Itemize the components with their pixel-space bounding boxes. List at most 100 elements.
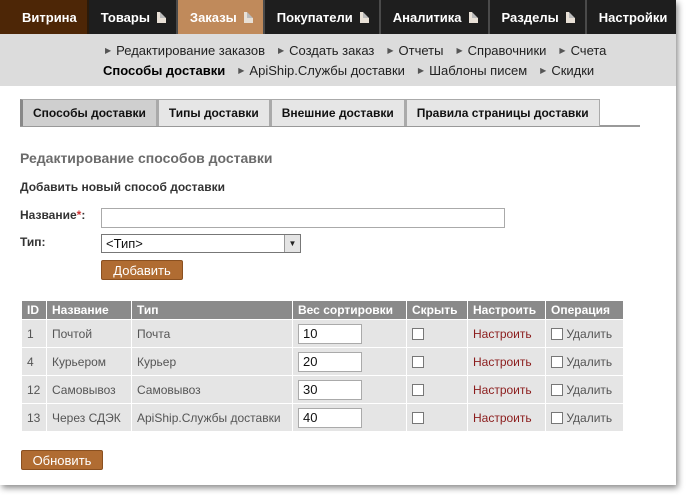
hide-checkbox[interactable]	[412, 328, 424, 341]
tab-delivery-types[interactable]: Типы доставки	[156, 99, 270, 126]
weight-input[interactable]: 10	[298, 323, 362, 344]
configure-link[interactable]: Настроить	[468, 376, 545, 403]
add-button[interactable]: Добавить	[101, 260, 183, 280]
topnav-label: Заказы	[189, 9, 237, 25]
type-select[interactable]: <Тип> ▼	[101, 234, 301, 253]
subnav-label: ApiShip.Службы доставки	[249, 63, 405, 78]
configure-link[interactable]: Настроить	[468, 320, 545, 347]
arrow-right-icon: ▶	[456, 46, 463, 55]
column-header: Скрыть	[407, 301, 467, 319]
type-select-value: <Тип>	[106, 236, 143, 251]
subnav-label: Способы доставки	[103, 63, 226, 78]
subnav-invoices[interactable]: ▶ Счета	[559, 43, 606, 58]
name-input[interactable]	[101, 208, 505, 228]
column-header: Тип	[132, 301, 292, 319]
table-row: 12 Самовывоз Самовывоз 30 Настроить Удал…	[22, 376, 623, 403]
update-button[interactable]: Обновить	[21, 450, 103, 470]
arrow-right-icon: ▶	[238, 66, 245, 75]
table-row: 4 Курьером Курьер 20 Настроить Удалить	[22, 348, 623, 375]
hide-checkbox[interactable]	[412, 356, 424, 369]
cell-weight: 30	[293, 376, 406, 403]
subnav-edit-orders[interactable]: ▶ Редактирование заказов	[105, 43, 265, 58]
cell-name: Через СДЭК	[47, 404, 131, 431]
arrow-right-icon: ▶	[387, 46, 394, 55]
cell-weight: 10	[293, 320, 406, 347]
document-icon	[468, 11, 478, 23]
subnav-delivery-methods[interactable]: Способы доставки	[103, 63, 225, 78]
cell-id: 1	[22, 320, 46, 347]
delete-checkbox[interactable]	[551, 328, 563, 341]
configure-link[interactable]: Настроить	[468, 348, 545, 375]
app-window: Витрина Товары Заказы Покупатели Аналити…	[0, 0, 676, 485]
cell-hide	[407, 376, 467, 403]
subnav-discounts[interactable]: ▶ Скидки	[540, 63, 594, 78]
cell-weight: 40	[293, 404, 406, 431]
cell-operation: Удалить	[546, 376, 623, 403]
subnav-label: Шаблоны писем	[429, 63, 528, 78]
topnav-label: Аналитика	[392, 9, 462, 25]
cell-id: 12	[22, 376, 46, 403]
topnav-products[interactable]: Товары	[89, 0, 178, 34]
topnav-label: Покупатели	[276, 9, 353, 25]
section-subtitle: Добавить новый способ доставки	[20, 180, 225, 194]
topnav-analytics[interactable]: Аналитика	[381, 0, 490, 34]
subnav-reports[interactable]: ▶ Отчеты	[387, 43, 443, 58]
type-label: Тип:	[20, 235, 46, 249]
tab-delivery-page-rules[interactable]: Правила страницы доставки	[404, 99, 600, 126]
cell-type: Самовывоз	[132, 376, 292, 403]
delete-checkbox[interactable]	[551, 384, 563, 397]
cell-id: 13	[22, 404, 46, 431]
document-icon	[565, 11, 575, 23]
cell-name: Самовывоз	[47, 376, 131, 403]
cell-weight: 20	[293, 348, 406, 375]
subnav-label: Справочники	[467, 43, 547, 58]
name-label-colon: :	[81, 208, 86, 222]
arrow-right-icon: ▶	[559, 46, 566, 55]
subnav-email-templates[interactable]: ▶ Шаблоны писем	[418, 63, 527, 78]
subnav-references[interactable]: ▶ Справочники	[456, 43, 546, 58]
arrow-right-icon: ▶	[105, 46, 112, 55]
arrow-right-icon: ▶	[540, 66, 547, 75]
cell-hide	[407, 404, 467, 431]
cell-operation: Удалить	[546, 348, 623, 375]
hide-checkbox[interactable]	[412, 384, 424, 397]
topnav-orders[interactable]: Заказы	[177, 0, 265, 34]
subnav-label: Счета	[570, 43, 607, 58]
delete-checkbox[interactable]	[551, 412, 563, 425]
topnav-customers[interactable]: Покупатели	[265, 0, 381, 34]
tab-bar: Способы доставки Типы доставки Внешние д…	[20, 99, 640, 127]
weight-input[interactable]: 20	[298, 351, 362, 372]
cell-operation: Удалить	[546, 404, 623, 431]
topnav-sections[interactable]: Разделы	[490, 0, 587, 34]
subnav-label: Редактирование заказов	[116, 43, 265, 58]
arrow-right-icon: ▶	[278, 46, 285, 55]
document-icon	[156, 11, 166, 23]
cell-name: Почтой	[47, 320, 131, 347]
subnav-create-order[interactable]: ▶ Создать заказ	[278, 43, 374, 58]
dropdown-arrow-icon[interactable]: ▼	[284, 235, 300, 252]
delete-label: Удалить	[566, 382, 613, 397]
topnav-storefront[interactable]: Витрина	[0, 0, 89, 34]
arrow-right-icon: ▶	[417, 66, 425, 75]
column-header: Настроить	[468, 301, 545, 319]
hide-checkbox[interactable]	[412, 412, 424, 425]
tab-delivery-methods[interactable]: Способы доставки	[20, 99, 157, 126]
configure-link[interactable]: Настроить	[468, 404, 545, 431]
topnav-settings[interactable]: Настройки	[587, 0, 676, 34]
subnav-label: Создать заказ	[289, 43, 375, 58]
weight-input[interactable]: 30	[298, 379, 362, 400]
topnav-label: Настройки	[598, 9, 668, 25]
weight-input[interactable]: 40	[298, 407, 362, 428]
subnav-apiship[interactable]: ▶ ApiShip.Службы доставки	[238, 63, 405, 78]
delete-checkbox[interactable]	[551, 356, 563, 369]
cell-type: ApiShip.Службы доставки	[132, 404, 292, 431]
document-icon	[359, 11, 369, 23]
delete-label: Удалить	[566, 410, 613, 425]
tab-external-deliveries[interactable]: Внешние доставки	[269, 99, 405, 126]
cell-hide	[407, 348, 467, 375]
subnav-row: ▶ Редактирование заказов ▶ Создать заказ ▶…	[105, 43, 619, 58]
name-label: Название*:	[20, 208, 85, 222]
delivery-methods-table: ID Название Тип Вес сортировки Скрыть На…	[21, 300, 624, 432]
column-header: ID	[22, 301, 46, 319]
cell-id: 4	[22, 348, 46, 375]
